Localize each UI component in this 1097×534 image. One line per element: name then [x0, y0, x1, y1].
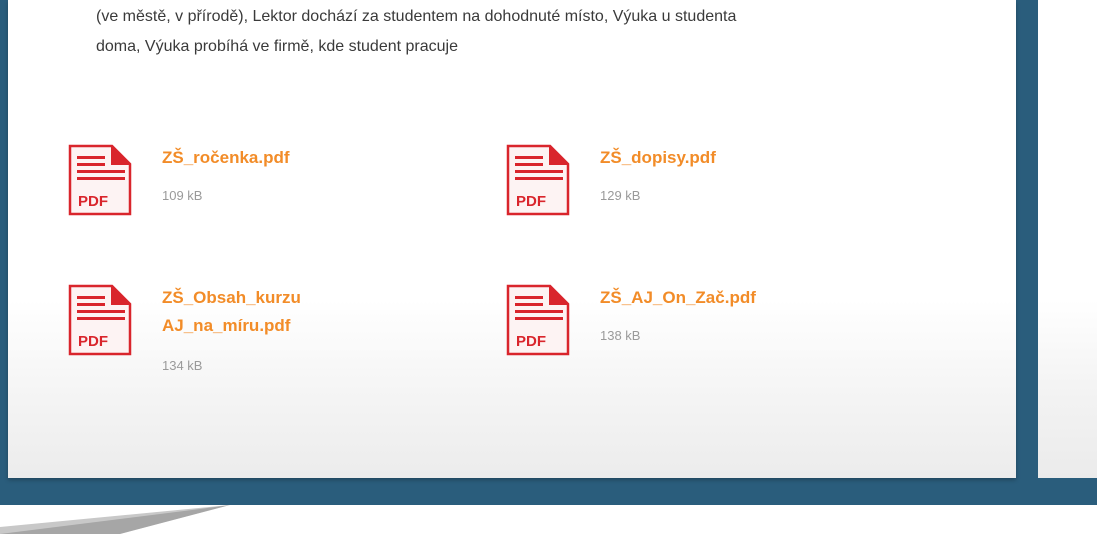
- pdf-icon: PDF: [506, 284, 570, 356]
- pdf-icon: PDF: [68, 284, 132, 356]
- lesson-location-description: (ve městě, v přírodě), Lektor dochází za…: [96, 2, 956, 62]
- pdf-icon: PDF: [506, 144, 570, 216]
- pdf-icon: PDF: [68, 144, 132, 216]
- pdf-icon-label: PDF: [78, 333, 108, 350]
- content-panel: (ve městě, v přírodě), Lektor dochází za…: [8, 0, 1016, 478]
- attachment-size: 138 kB: [600, 328, 641, 343]
- attachment-link[interactable]: ZŠ_ročenka.pdf: [162, 144, 290, 172]
- description-line: (ve městě, v přírodě), Lektor dochází za…: [96, 8, 737, 25]
- adjacent-panel: [1038, 0, 1097, 478]
- attachment-size: 109 kB: [162, 188, 203, 203]
- pdf-icon-label: PDF: [78, 193, 108, 210]
- attachment-name-line: ZŠ_Obsah_kurzu: [162, 288, 301, 307]
- attachment-item[interactable]: PDF ZŠ_AJ_On_Zač.pdf 138 kB: [506, 284, 846, 364]
- attachment-size: 134 kB: [162, 358, 203, 373]
- attachment-size: 129 kB: [600, 188, 641, 203]
- pdf-icon-label: PDF: [516, 193, 546, 210]
- attachment-name-line: ZŠ_AJ_On_Zač.pdf: [600, 288, 756, 307]
- attachment-name-line: AJ_na_míru.pdf: [162, 316, 291, 335]
- attachment-item[interactable]: PDF ZŠ_Obsah_kurzu AJ_na_míru.pdf 134 kB: [68, 284, 408, 384]
- attachment-item[interactable]: PDF ZŠ_dopisy.pdf 129 kB: [506, 144, 846, 224]
- attachment-link[interactable]: ZŠ_AJ_On_Zač.pdf: [600, 284, 756, 312]
- attachment-name-line: ZŠ_dopisy.pdf: [600, 148, 716, 167]
- attachment-item[interactable]: PDF ZŠ_ročenka.pdf 109 kB: [68, 144, 408, 224]
- description-line: doma, Výuka probíhá ve firmě, kde studen…: [96, 38, 458, 55]
- attachment-link[interactable]: ZŠ_dopisy.pdf: [600, 144, 716, 172]
- attachment-link[interactable]: ZŠ_Obsah_kurzu AJ_na_míru.pdf: [162, 284, 301, 340]
- page-curl-decoration: [0, 505, 230, 534]
- pdf-icon-label: PDF: [516, 333, 546, 350]
- attachment-name-line: ZŠ_ročenka.pdf: [162, 148, 290, 167]
